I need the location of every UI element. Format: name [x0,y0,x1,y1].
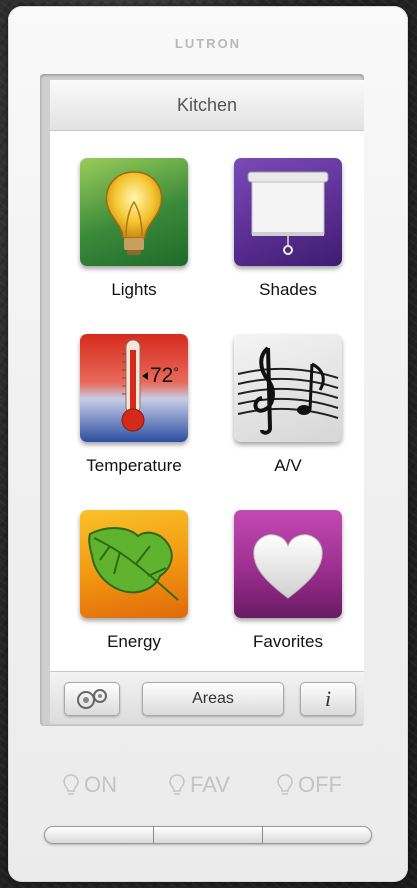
tile-lights[interactable]: Lights [64,158,204,300]
light-bulb-icon [80,158,188,266]
off-label: OFF [298,772,342,797]
settings-button[interactable] [64,682,120,716]
off-button[interactable] [263,827,371,843]
gears-icon [77,689,107,709]
touch-screen: Kitchen Lights Shades 72° Temperature A/… [50,80,364,724]
music-notes-icon [234,334,342,442]
area-title: Kitchen [50,80,364,131]
shade-icon [234,158,342,266]
bulb-outline-icon [169,774,185,795]
tile-favorites[interactable]: Favorites [218,510,358,652]
tile-label-energy: Energy [107,632,161,651]
tile-temperature[interactable]: 72° Temperature [64,334,204,476]
fav-indicator: FAV [168,772,230,798]
leaf-icon [80,510,188,618]
hardware-button-labels: ON FAV OFF [0,772,417,802]
tile-label-lights: Lights [111,280,157,299]
tile-label-favorites: Favorites [253,632,323,651]
areas-button[interactable]: Areas [142,682,284,716]
on-indicator: ON [62,772,117,798]
on-label: ON [84,772,117,797]
tile-av[interactable]: A/V [218,334,358,476]
tile-label-av: A/V [274,456,302,475]
bulb-outline-icon [277,774,293,795]
off-indicator: OFF [276,772,342,798]
hardware-rocker [44,826,372,844]
info-button[interactable]: i [300,682,356,716]
tile-energy[interactable]: Energy [64,510,204,652]
fav-label: FAV [190,772,230,797]
heart-icon [234,510,342,618]
bottom-toolbar: Areas i [50,671,364,724]
temperature-readout: 72° [150,364,179,387]
tile-shades[interactable]: Shades [218,158,358,300]
tile-label-shades: Shades [259,280,317,299]
on-button[interactable] [45,827,153,843]
bulb-outline-icon [63,774,79,795]
tile-label-temperature: Temperature [86,456,182,475]
brand-logo: LUTRON [174,36,242,51]
thermometer-icon: 72° [80,334,188,442]
fav-button[interactable] [154,827,262,843]
